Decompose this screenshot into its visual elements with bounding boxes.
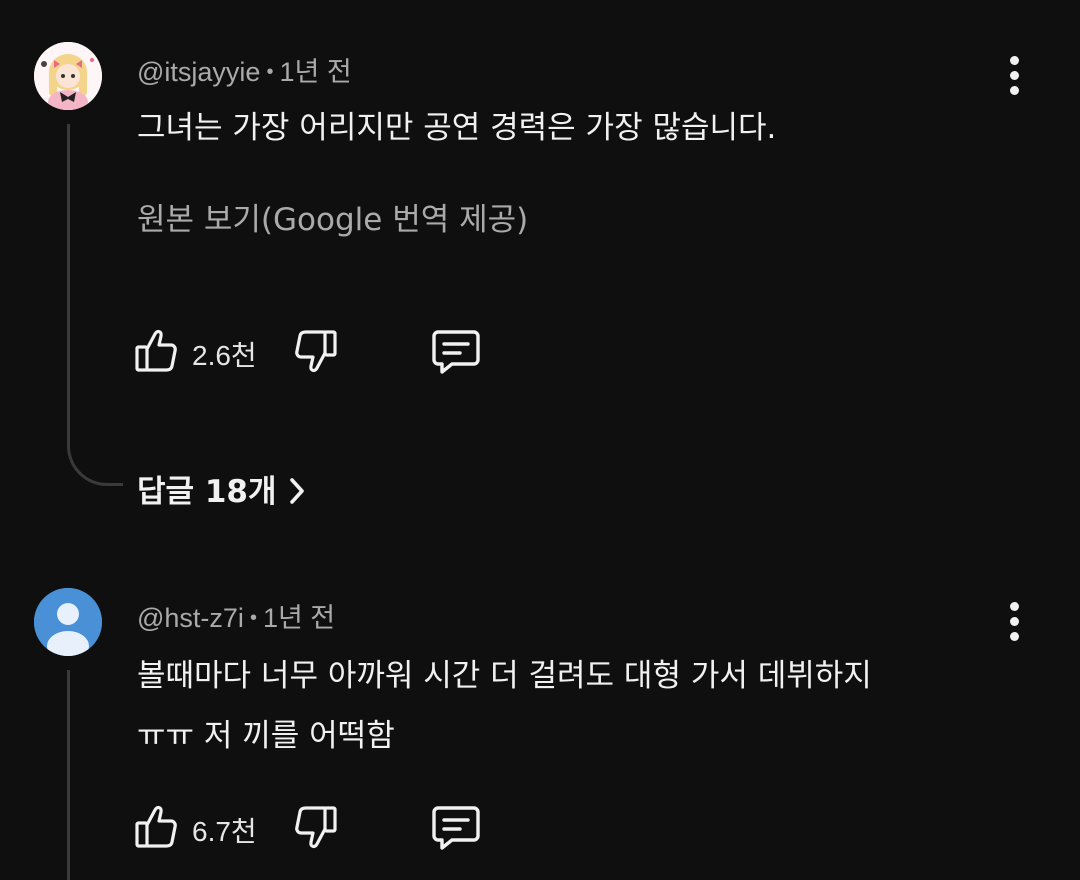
like-button[interactable] [134,802,178,852]
like-count: 2.6천 [192,340,257,371]
chevron-right-icon [289,478,304,504]
dislike-button[interactable] [294,802,338,852]
comment-time: 1년 전 [262,603,336,633]
avatar[interactable] [34,42,102,110]
author-name[interactable]: @itsjayyie [137,57,260,87]
meta-separator: • [249,607,257,629]
comment-text-line: 볼때마다 너무 아까워 시간 더 걸려도 대형 가서 데뷔하지 [137,658,872,694]
thread-line [67,124,70,424]
more-vertical-icon[interactable] [1002,54,1026,98]
author-name[interactable]: @hst-z7i [137,603,244,633]
thumbs-down-icon [295,806,337,849]
like-count: 6.7천 [192,816,257,847]
comment-meta: @hst-z7i • 1년 전 [137,596,335,635]
more-vertical-icon[interactable] [1002,600,1026,644]
meta-separator: • [266,61,274,83]
comment-text-line: ㅠㅠ 저 끼를 어떡함 [137,718,395,754]
comment-actions: 2.6천 [134,326,534,378]
thread-line [67,670,70,880]
thumbs-down-icon [295,330,337,373]
thumbs-up-icon [135,329,177,372]
avatar[interactable] [34,588,102,656]
reply-button[interactable] [430,802,482,854]
see-original-link[interactable]: 원본 보기(Google 번역 제공) [137,194,528,239]
thumbs-up-icon [135,805,177,848]
comment-text: 볼때마다 너무 아까워 시간 더 걸려도 대형 가서 데뷔하지 ㅠㅠ 저 끼를 … [137,646,1017,766]
comment-item: @itsjayyie • 1년 전 그녀는 가장 어리지만 공연 경력은 가장 많습… [0,0,1080,540]
comment-icon [432,806,480,850]
comment-time: 1년 전 [279,57,352,87]
comment-actions: 6.7천 [134,802,534,854]
reply-button[interactable] [430,326,482,378]
dislike-button[interactable] [294,326,338,376]
like-button[interactable] [134,326,178,376]
replies-count-label: 답글 18개 [137,474,277,510]
view-replies-link[interactable]: 답글 18개 [137,466,307,511]
thread-connector [67,420,123,486]
comment-text: 그녀는 가장 어리지만 공연 경력은 가장 많습니다. [137,110,777,146]
comment-item: @hst-z7i • 1년 전 볼때마다 너무 아까워 시간 더 걸려도 대형 가서… [0,560,1080,880]
comment-icon [432,330,480,374]
comment-meta: @itsjayyie • 1년 전 [137,50,352,89]
